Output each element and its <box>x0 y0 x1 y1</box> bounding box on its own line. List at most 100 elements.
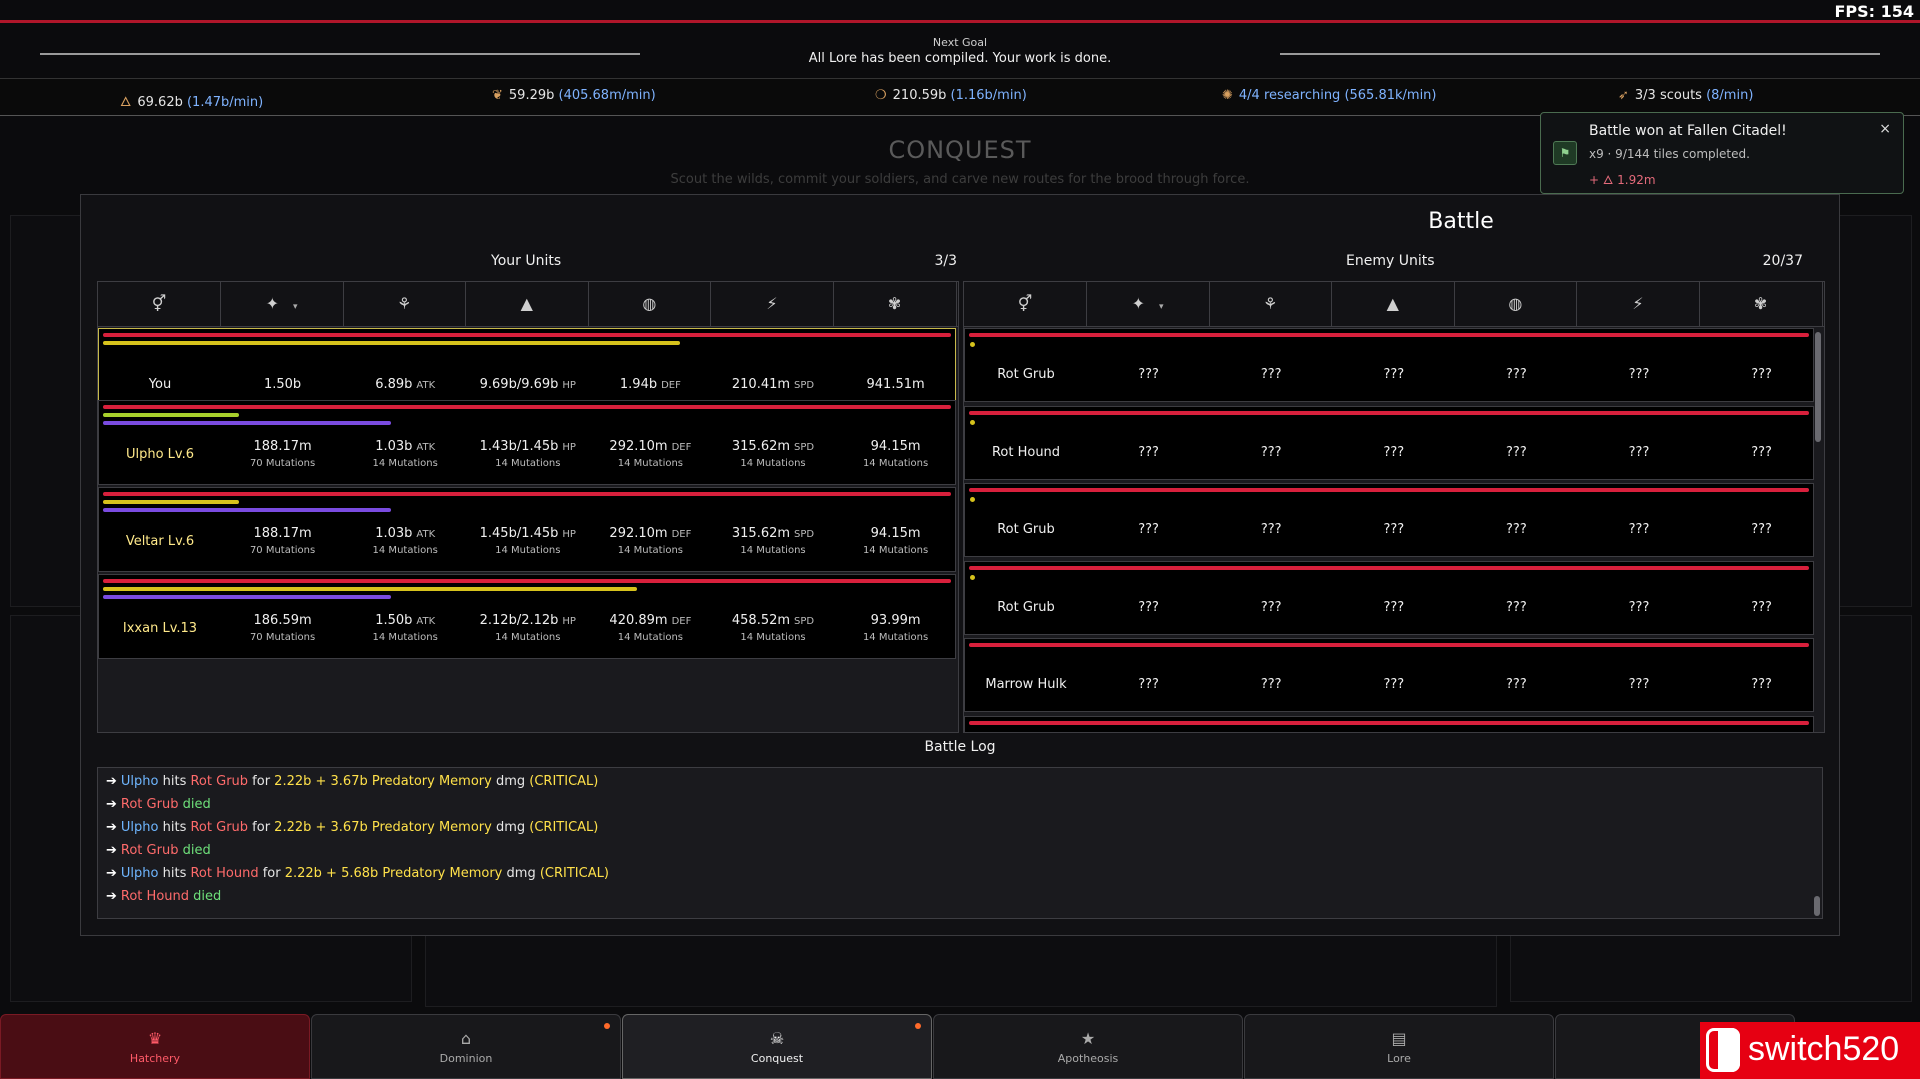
unit-stat-3: 9.69b/9.69b HP <box>467 377 589 392</box>
enemy-unit-row[interactable]: Marrow Hulk?????????????????? <box>964 638 1814 712</box>
stat-value: 1.50b <box>375 613 413 628</box>
enemy-stat-3: ??? <box>1383 677 1405 692</box>
next-goal-text: All Lore has been compiled. Your work is… <box>808 51 1112 66</box>
your-unit-row[interactable]: Ulpho Lv.6 188.17m 70 Mutations 1.03b ATK 14 … <box>98 400 956 485</box>
xp-bar <box>103 508 392 512</box>
battle-title: Battle <box>1428 209 1494 234</box>
stat-value: 1.43b/1.45b <box>479 439 559 454</box>
enemy-stat-2: ??? <box>1260 677 1282 692</box>
stat-value: 186.59m <box>253 613 312 628</box>
log-died: died <box>178 843 211 858</box>
enemy-name: Rot Grub <box>997 522 1055 537</box>
tab-hatchery[interactable]: ♛ Hatchery <box>0 1014 310 1079</box>
enemy-stat-2: ??? <box>1260 599 1282 615</box>
arrow-right-icon: ➔ <box>106 866 117 881</box>
enemy-unit-row[interactable]: Rot Grub?????????????????? <box>964 483 1814 557</box>
close-icon[interactable]: × <box>1879 121 1891 137</box>
enemy-stat-6: ??? <box>1751 677 1772 692</box>
unit-stat-3: 1.43b/1.45b HP 14 Mutations <box>467 439 589 469</box>
unit-stat-4: 292.10m DEF 14 Mutations <box>589 439 711 469</box>
toast-title: Battle won at Fallen Citadel! <box>1589 123 1787 139</box>
enemy-unit-row-partial <box>964 715 1814 732</box>
your-header-2[interactable]: ⚘ <box>343 282 467 326</box>
arrow-right-icon: ➔ <box>106 820 117 835</box>
watermark-text: switch520 <box>1748 1030 1900 1068</box>
your-unit-row[interactable]: Veltar Lv.6 188.17m 70 Mutations 1.03b ATK 14… <box>98 487 956 572</box>
enemy-unit-row[interactable]: Rot Grub?????????????????? <box>964 560 1814 635</box>
enemy-unit-row[interactable]: Rot Hound?????????????????? <box>964 405 1814 480</box>
stat-value: 94.15m <box>870 439 921 454</box>
log-verb: hits <box>158 820 191 835</box>
log-scrollbar[interactable] <box>1814 896 1820 916</box>
log-damage: 2.22b + 3.67b Predatory Memory <box>274 774 492 789</box>
log-entry: ➔ Ulpho hits Rot Grub for 2.22b + 3.67b P… <box>106 820 598 835</box>
enemy-stat-4: ??? <box>1506 367 1527 382</box>
hp-bar <box>969 410 1809 415</box>
arrow-right-icon: ➔ <box>106 797 117 812</box>
enemy-name: Rot Hound <box>991 444 1061 460</box>
log-target: Rot Grub <box>120 797 179 812</box>
stat-value: 6.89b <box>375 377 413 392</box>
arrow-right-icon: ➔ <box>106 889 117 904</box>
stat-value: 1.03b <box>375 439 413 454</box>
tab-conquest[interactable]: ☠ Conquest <box>622 1014 932 1079</box>
your-header-6[interactable]: ✾ <box>834 282 957 326</box>
mutation-count: 14 Mutations <box>740 632 806 643</box>
arrow-right-icon: ➔ <box>106 843 117 858</box>
unit-stat-6: 94.15m 14 Mutations <box>835 526 957 556</box>
log-damage: 2.22b + 3.67b Predatory Memory <box>274 820 492 835</box>
stat-value: 188.17m <box>253 526 312 541</box>
your-header-1[interactable]: ✦ ▾ <box>221 282 344 326</box>
stat-value: 93.99m <box>870 613 921 628</box>
enemy-unit-row[interactable]: Rot Grub?????????????????? <box>964 328 1814 402</box>
stat-unit: HP <box>562 442 576 453</box>
enemy-stat-5: ??? <box>1628 522 1650 537</box>
tab-dominion[interactable]: ⌂ Dominion <box>311 1014 621 1079</box>
mutation-count: 14 Mutations <box>740 458 806 469</box>
your-header-0[interactable]: ⚥ <box>98 282 221 326</box>
battle-won-toast[interactable]: ⚑ Battle won at Fallen Citadel! x9 · 9/1… <box>1540 112 1904 194</box>
enemy-stat-3: ??? <box>1383 522 1405 537</box>
enemy-stat-2: ??? <box>1260 367 1282 382</box>
resource-rate: (1.47b/min) <box>186 95 264 110</box>
enemy-header-2[interactable]: ⚘ <box>1209 282 1333 326</box>
enemy-header-1[interactable]: ✦ ▾ <box>1087 282 1210 326</box>
your-unit-row[interactable]: Ixxan Lv.13 186.59m 70 Mutations 1.50b ATK 14… <box>98 574 956 659</box>
enemy-header-5[interactable]: ⚡ <box>1577 282 1700 326</box>
mutation-count: 14 Mutations <box>495 458 561 469</box>
log-for: for <box>248 774 275 789</box>
stat-unit: SPD <box>794 380 815 391</box>
unit-stat-5: 315.62m SPD 14 Mutations <box>712 439 834 469</box>
enemy-header-6[interactable]: ✾ <box>1700 282 1823 326</box>
flag-icon: ⚑ <box>1553 141 1577 165</box>
tab-lore[interactable]: ▤ Lore <box>1244 1014 1554 1079</box>
mutation-count: 14 Mutations <box>372 632 438 643</box>
unit-stat-6: 941.51m <box>835 377 957 392</box>
enemy-stat-5: ??? <box>1628 444 1650 460</box>
log-for: for <box>248 820 275 835</box>
enemy-stat-1: ??? <box>1138 444 1159 460</box>
battle-log: ➔ Ulpho hits Rot Grub for 2.22b + 3.67b P… <box>97 767 1823 919</box>
hp-bar <box>969 333 1809 337</box>
your-units-count: 3/3 <box>934 253 957 269</box>
sort-chevron-icon[interactable]: ▾ <box>293 302 298 312</box>
next-goal: Next Goal All Lore has been compiled. Yo… <box>0 36 1920 66</box>
enemy-header-4[interactable]: ◍ <box>1454 282 1578 326</box>
stat-unit: HP <box>562 529 576 540</box>
status-dot <box>970 342 975 347</box>
status-dot <box>970 574 975 580</box>
your-header-5[interactable]: ⚡ <box>711 282 834 326</box>
your-header-3[interactable]: ▲ <box>466 282 589 326</box>
your-units-panel: ⚥ ✦ ▾ ⚘ ▲ ◍ ⚡ ✾ You 1.50b 6.89b ATK 9.69b/9.69b HP 1.… <box>97 281 959 733</box>
enemy-scrollbar[interactable] <box>1815 332 1821 442</box>
enemy-stat-3: ??? <box>1383 599 1405 615</box>
sort-chevron-icon[interactable]: ▾ <box>1159 302 1164 312</box>
enemy-header-0[interactable]: ⚥ <box>964 282 1087 326</box>
stat-unit: DEF <box>661 380 681 391</box>
stat-value: 1.50b <box>263 377 302 392</box>
enemy-header-3[interactable]: ▲ <box>1332 282 1455 326</box>
tab-label: Apotheosis <box>1057 1052 1119 1065</box>
your-header-4[interactable]: ◍ <box>588 282 712 326</box>
tab-apotheosis[interactable]: ★ Apotheosis <box>933 1014 1243 1079</box>
log-attacker: Ulpho <box>120 774 159 789</box>
